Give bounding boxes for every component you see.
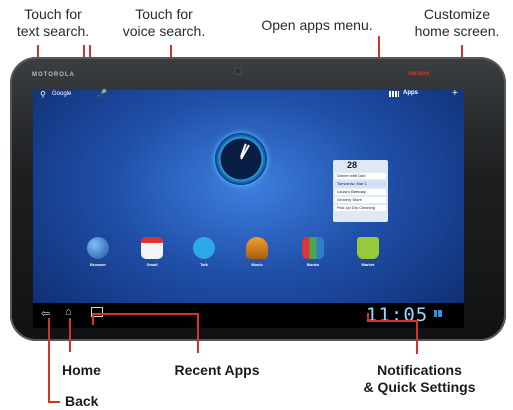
app-music[interactable]: Music (237, 237, 277, 267)
app-browser[interactable]: Browser (78, 237, 118, 267)
home-screen (33, 90, 464, 328)
grid-icon (389, 91, 399, 97)
app-label: Music (251, 262, 263, 267)
customize-callout: Customize home screen. (414, 6, 500, 39)
globe-icon (87, 237, 109, 259)
app-label: Books (306, 262, 320, 267)
add-icon[interactable]: + (452, 88, 458, 99)
leader-line (197, 313, 199, 353)
calendar-event[interactable]: Pick Up Dry Cleaning (335, 205, 386, 211)
calendar-event[interactable]: Dinner with Dad (335, 173, 386, 179)
home-icon[interactable]: ⌂ (65, 306, 72, 318)
calendar-event[interactable]: Grocery Store (335, 197, 386, 203)
app-label: Gmail (146, 262, 158, 267)
talk-icon (193, 237, 215, 259)
app-talk[interactable]: Talk (184, 237, 224, 267)
notifications-callout: Notifications & Quick Settings (363, 362, 476, 395)
search-label: Google (52, 91, 72, 97)
calendar-event[interactable]: Tomorrow, Mar 1 (335, 181, 386, 187)
text-search-callout: Touch for text search. (16, 6, 90, 39)
clock-widget[interactable] (215, 133, 267, 185)
calendar-widget[interactable]: 28 Dinner with Dad Tomorrow, Mar 1 Laura… (333, 160, 388, 222)
books-icon (302, 237, 324, 259)
leader-line (48, 318, 50, 402)
recent-apps-callout: Recent Apps (174, 362, 260, 378)
app-label: Market (361, 262, 375, 267)
headphones-icon (246, 237, 268, 259)
home-callout: Home (62, 362, 101, 378)
calendar-date: 28 (347, 160, 358, 170)
voice-search-callout: Touch for voice search. (122, 6, 206, 39)
brand-logo: MOTOROLA (32, 72, 75, 78)
front-camera (235, 68, 241, 74)
apps-menu-callout: Open apps menu. (261, 17, 373, 33)
leader-line (367, 320, 417, 322)
app-label: Talk (200, 262, 208, 267)
signal-icon[interactable] (434, 310, 442, 317)
apps-button[interactable]: Apps (389, 90, 427, 99)
microphone-icon[interactable]: 🎤 (97, 89, 107, 98)
leader-line (69, 318, 71, 352)
leader-line (92, 315, 94, 325)
market-icon (357, 237, 379, 259)
carrier-logo: verizon (408, 71, 430, 77)
leader-line (92, 313, 199, 315)
search-icon[interactable]: ⚲ (40, 90, 46, 99)
status-time[interactable]: 11:05 (366, 304, 428, 326)
apps-label: Apps (403, 90, 418, 96)
app-gmail[interactable]: Gmail (132, 237, 172, 267)
back-callout: Back (65, 393, 99, 409)
leader-line (48, 401, 60, 403)
app-label: Browser (89, 262, 106, 267)
leader-line (416, 320, 418, 354)
app-market[interactable]: Market (348, 237, 388, 267)
gmail-icon (141, 237, 163, 259)
search-bar[interactable]: ⚲ Google (38, 90, 88, 99)
app-books[interactable]: Books (293, 237, 333, 267)
calendar-event[interactable]: Laura's Birthday (335, 189, 386, 195)
